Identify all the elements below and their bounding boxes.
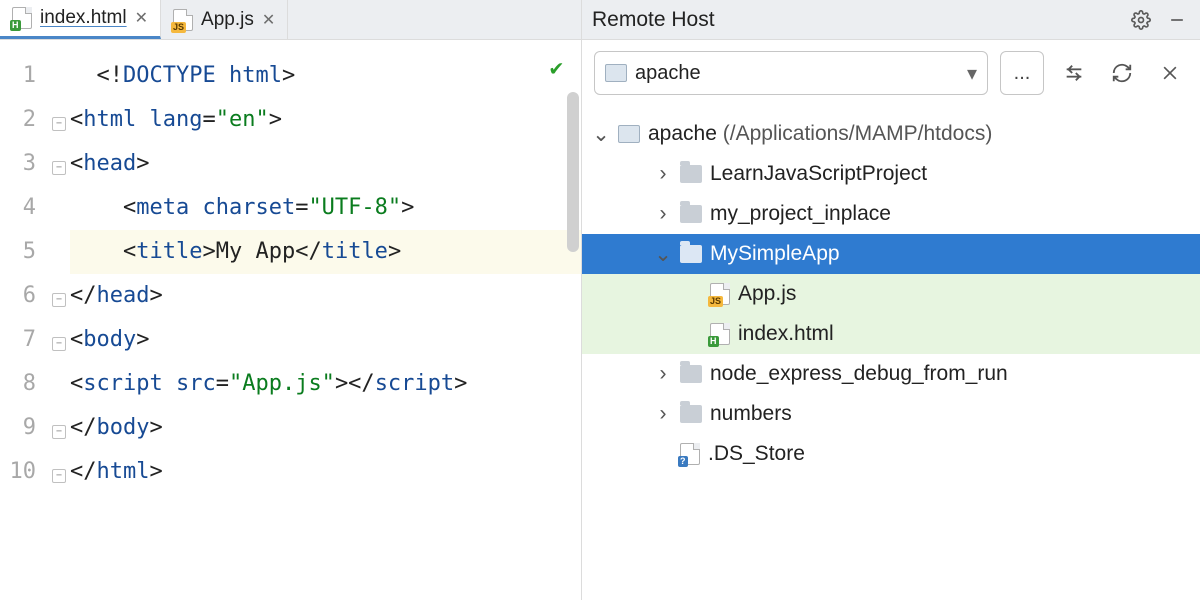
code-line: <head>: [70, 142, 581, 186]
inspection-ok-checkmark-icon[interactable]: ✔: [550, 56, 563, 81]
fold-toggle-icon[interactable]: −: [52, 117, 66, 131]
tree-file[interactable]: JS App.js: [582, 274, 1200, 314]
settings-gear-icon[interactable]: [1128, 7, 1154, 33]
tree-item-label: MySimpleApp: [710, 242, 840, 266]
remote-host-panel: Remote Host apache ▾ ... ⌄ apach: [582, 0, 1200, 600]
fold-toggle-icon[interactable]: −: [52, 425, 66, 439]
tree-item-label: node_express_debug_from_run: [710, 362, 1008, 386]
remote-host-toolbar: apache ▾ ...: [582, 40, 1200, 106]
folder-icon: [680, 165, 702, 183]
tab-label: App.js: [201, 9, 254, 31]
browse-servers-button[interactable]: ...: [1000, 51, 1044, 95]
code-line: </body>: [70, 406, 581, 450]
fold-toggle-icon[interactable]: −: [52, 337, 66, 351]
code-line: <title>My App</title>: [70, 230, 581, 274]
code-line: <!DOCTYPE html>: [70, 54, 581, 98]
server-folder-icon: [618, 125, 640, 143]
line-number: 3: [0, 142, 36, 186]
code-fold-strip: − − − − − −: [48, 40, 70, 600]
chevron-down-icon: ▾: [967, 61, 977, 86]
line-number-gutter: 1 2 3 4 5 6 7 8 9 10: [0, 40, 48, 600]
tree-folder[interactable]: › node_express_debug_from_run: [582, 354, 1200, 394]
fold-toggle-icon[interactable]: −: [52, 293, 66, 307]
chevron-down-icon[interactable]: ⌄: [654, 242, 672, 267]
line-number: 5: [0, 230, 36, 274]
code-line: <script src="App.js"></script>: [70, 362, 581, 406]
diff-icon[interactable]: [1056, 55, 1092, 91]
line-number: 10: [0, 450, 36, 494]
remote-host-header: Remote Host: [582, 0, 1200, 40]
scrollbar-thumb[interactable]: [567, 92, 579, 252]
tree-folder[interactable]: › my_project_inplace: [582, 194, 1200, 234]
tree-item-label: index.html: [738, 322, 834, 346]
tab-label: index.html: [40, 7, 127, 29]
close-icon[interactable]: ✕: [262, 10, 275, 30]
tree-folder[interactable]: ⌄ MySimpleApp: [582, 234, 1200, 274]
remote-file-tree[interactable]: ⌄ apache (/Applications/MAMP/htdocs) › Le…: [582, 106, 1200, 600]
folder-icon: [680, 405, 702, 423]
editor-pane: H index.html ✕ JS App.js ✕ 1 2 3 4 5 6 7…: [0, 0, 582, 600]
code-area[interactable]: <!DOCTYPE html> <html lang="en"> <head> …: [70, 40, 581, 600]
tree-item-label: LearnJavaScriptProject: [710, 162, 927, 186]
code-line: <html lang="en">: [70, 98, 581, 142]
close-icon[interactable]: ✕: [135, 8, 148, 28]
minimize-icon[interactable]: [1164, 7, 1190, 33]
chevron-right-icon[interactable]: ›: [654, 402, 672, 426]
ellipsis-label: ...: [1014, 62, 1031, 85]
server-icon: [605, 64, 627, 82]
editor-tabbar: H index.html ✕ JS App.js ✕: [0, 0, 581, 40]
fold-toggle-icon[interactable]: −: [52, 469, 66, 483]
folder-icon: [680, 205, 702, 223]
line-number: 7: [0, 318, 36, 362]
tree-item-label: App.js: [738, 282, 796, 306]
tree-item-label: my_project_inplace: [710, 202, 891, 226]
html-file-icon: H: [12, 7, 32, 29]
folder-icon: [680, 365, 702, 383]
code-editor[interactable]: 1 2 3 4 5 6 7 8 9 10 − − − − − − <!DOCTY…: [0, 40, 581, 600]
server-select-dropdown[interactable]: apache ▾: [594, 51, 988, 95]
js-file-icon: JS: [173, 9, 193, 31]
html-file-icon: H: [710, 323, 730, 345]
folder-icon: [680, 245, 702, 263]
tab-index-html[interactable]: H index.html ✕: [0, 0, 161, 39]
chevron-right-icon[interactable]: ›: [654, 162, 672, 186]
refresh-icon[interactable]: [1104, 55, 1140, 91]
line-number: 8: [0, 362, 36, 406]
js-file-icon: JS: [710, 283, 730, 305]
tree-root-label: apache (/Applications/MAMP/htdocs): [648, 122, 992, 146]
line-number: 2: [0, 98, 36, 142]
tree-file[interactable]: Hindex.html: [582, 314, 1200, 354]
code-line: <body>: [70, 318, 581, 362]
line-number: 9: [0, 406, 36, 450]
disconnect-close-icon[interactable]: [1152, 55, 1188, 91]
chevron-down-icon[interactable]: ⌄: [592, 122, 610, 147]
tree-item-label: numbers: [710, 402, 792, 426]
line-number: 6: [0, 274, 36, 318]
chevron-right-icon[interactable]: ›: [654, 202, 672, 226]
fold-toggle-icon[interactable]: −: [52, 161, 66, 175]
line-number: 4: [0, 186, 36, 230]
code-line: <meta charset="UTF-8">: [70, 186, 581, 230]
tree-item-label: .DS_Store: [708, 442, 805, 466]
chevron-right-icon[interactable]: ›: [654, 362, 672, 386]
unknown-file-icon: ?: [680, 443, 700, 465]
tree-folder[interactable]: › numbers: [582, 394, 1200, 434]
editor-scrollbar[interactable]: [567, 92, 579, 600]
tree-folder[interactable]: › LearnJavaScriptProject: [582, 154, 1200, 194]
tab-app-js[interactable]: JS App.js ✕: [161, 0, 288, 39]
code-line: </head>: [70, 274, 581, 318]
panel-title: Remote Host: [592, 8, 1118, 32]
tree-root[interactable]: ⌄ apache (/Applications/MAMP/htdocs): [582, 114, 1200, 154]
line-number: 1: [0, 54, 36, 98]
code-line: </html>: [70, 450, 581, 494]
server-selected-label: apache: [635, 62, 701, 85]
tree-file[interactable]: ? .DS_Store: [582, 434, 1200, 474]
